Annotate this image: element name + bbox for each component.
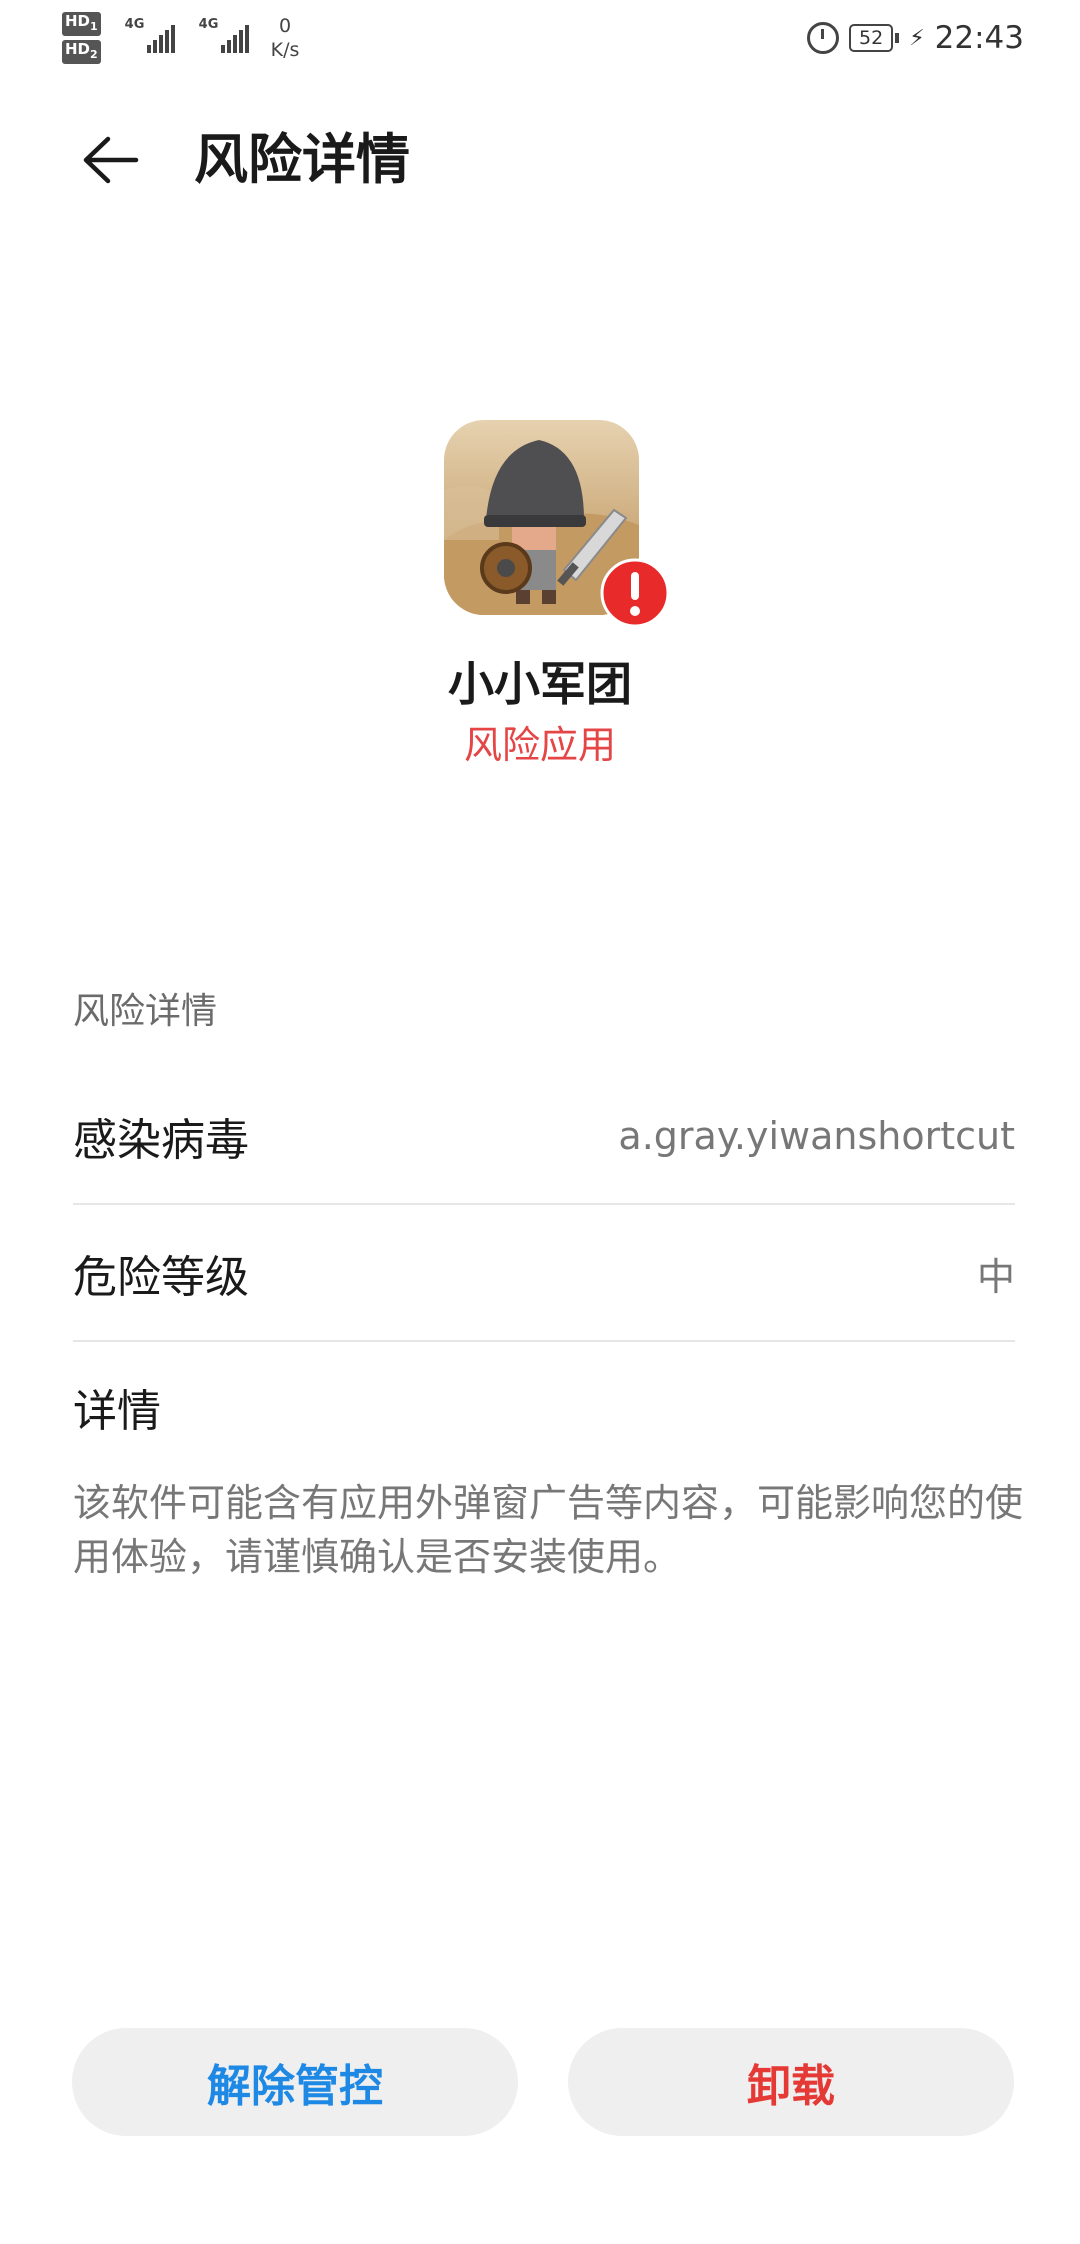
detail-text: 该软件可能含有应用外弹窗广告等内容，可能影响您的使用体验，请谨慎确认是否安装使用…	[73, 1481, 1024, 1579]
speed-unit: K/s	[270, 39, 300, 61]
hd1-label: HD	[65, 12, 91, 30]
hd1-sub: 1	[90, 20, 98, 33]
app-name: 小小军团	[448, 657, 632, 711]
speed-value: 0	[279, 15, 292, 37]
hd2-sub: 2	[90, 48, 98, 61]
risk-level-row: 危险等级 中	[73, 1205, 1015, 1341]
status-left: HD1 HD2 4G 4G 0 K/s	[62, 8, 299, 68]
battery-icon: 52	[849, 24, 900, 52]
release-control-button[interactable]: 解除管控	[72, 2028, 518, 2136]
network-type-2: 4G	[198, 17, 219, 32]
clock: 22:43	[934, 20, 1024, 56]
detail-title: 详情	[73, 1386, 161, 1437]
hd-indicators: HD1 HD2	[62, 12, 101, 64]
battery-level: 52	[849, 24, 894, 52]
hd1-icon: HD1	[62, 12, 101, 36]
status-right: 52 ⚡ 22:43	[807, 14, 1024, 62]
back-button[interactable]	[70, 120, 150, 200]
divider	[73, 1340, 1015, 1342]
signal-icon: 4G	[125, 17, 175, 53]
app-icon-block	[444, 420, 670, 630]
hd2-icon: HD2	[62, 40, 101, 64]
signal-icon: 4G	[199, 17, 249, 53]
app-risk-status: 风险应用	[463, 723, 616, 767]
uninstall-button[interactable]: 卸载	[568, 2028, 1014, 2136]
row-label: 危险等级	[73, 1252, 249, 1303]
network-type-1: 4G	[124, 17, 145, 32]
page-title: 风险详情	[194, 128, 410, 191]
arrow-left-icon	[83, 136, 139, 184]
alarm-icon	[807, 22, 840, 54]
charging-icon: ⚡	[909, 25, 925, 51]
row-value: 中	[976, 1254, 1015, 1299]
row-value: a.gray.yiwanshortcut	[618, 1114, 1015, 1158]
hd2-label: HD	[65, 40, 91, 58]
status-bar: HD1 HD2 4G 4G 0 K/s 52 ⚡ 22:43	[0, 0, 1080, 76]
section-title: 风险详情	[73, 991, 218, 1032]
infected-virus-row: 感染病毒 a.gray.yiwanshortcut	[73, 1068, 1015, 1204]
row-label: 感染病毒	[73, 1115, 249, 1166]
exclamation-icon	[600, 558, 670, 628]
network-speed: 0 K/s	[271, 14, 300, 62]
